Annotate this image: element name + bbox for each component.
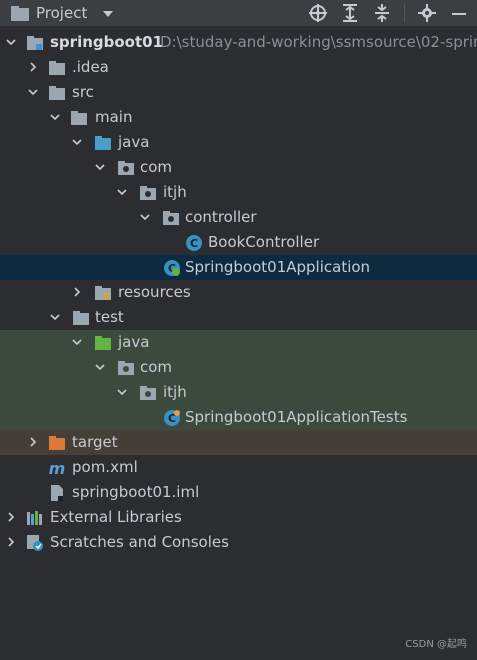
chevron-down-icon[interactable] bbox=[50, 112, 60, 122]
resources-folder-label: resources bbox=[118, 283, 191, 301]
test-java-folder-label: java bbox=[118, 333, 150, 351]
tree-row-test-itjh[interactable]: itjh bbox=[0, 380, 477, 405]
springboot01-application-tests-label: Springboot01ApplicationTests bbox=[185, 408, 408, 426]
chevron-down-icon[interactable] bbox=[103, 11, 114, 17]
chevron-right-icon[interactable] bbox=[28, 62, 38, 72]
tree-row-springboot01[interactable]: springboot01 D:\studay-and-working\ssmso… bbox=[0, 30, 477, 55]
folder-icon bbox=[73, 311, 89, 325]
resources-folder-icon bbox=[95, 286, 111, 300]
spring-boot-application-class-icon: C bbox=[164, 260, 180, 276]
watermark: CSDN @起鸣 bbox=[405, 639, 467, 650]
project-view-selector[interactable]: Project bbox=[0, 0, 114, 26]
tree-row-main-itjh[interactable]: itjh bbox=[0, 180, 477, 205]
chevron-right-icon[interactable] bbox=[28, 437, 38, 447]
chevron-down-icon[interactable] bbox=[140, 212, 150, 222]
minimize-icon[interactable] bbox=[449, 3, 469, 23]
main-com-package-label: com bbox=[140, 158, 173, 176]
folder-icon bbox=[49, 86, 65, 100]
tree-row-idea[interactable]: .idea bbox=[0, 55, 477, 80]
collapse-all-icon[interactable] bbox=[372, 3, 392, 23]
tree-row-external-libraries[interactable]: External Libraries bbox=[0, 505, 477, 530]
main-folder-label: main bbox=[95, 108, 133, 126]
library-icon bbox=[27, 511, 42, 525]
package-icon bbox=[118, 161, 134, 175]
src-folder-label: src bbox=[72, 83, 94, 101]
external-libraries-label: External Libraries bbox=[50, 508, 182, 526]
project-tool-window-header: Project bbox=[0, 0, 477, 26]
chevron-down-icon[interactable] bbox=[28, 87, 38, 97]
chevron-down-icon[interactable] bbox=[72, 137, 82, 147]
chevron-right-icon[interactable] bbox=[6, 537, 16, 547]
tree-row-test-com[interactable]: com bbox=[0, 355, 477, 380]
tree-row-test-java[interactable]: java bbox=[0, 330, 477, 355]
excluded-folder-icon bbox=[49, 436, 65, 450]
svg-text:m: m bbox=[49, 459, 66, 477]
tree-row-book-controller[interactable]: C BookController bbox=[0, 230, 477, 255]
scratches-icon bbox=[27, 535, 43, 551]
chevron-down-icon[interactable] bbox=[95, 362, 105, 372]
tree-row-main-com[interactable]: com bbox=[0, 155, 477, 180]
tree-row-test[interactable]: test bbox=[0, 305, 477, 330]
tree-row-src[interactable]: src bbox=[0, 80, 477, 105]
gear-icon[interactable] bbox=[417, 3, 437, 23]
tree-row-springboot01-application-tests[interactable]: C Springboot01ApplicationTests bbox=[0, 405, 477, 430]
expand-all-icon[interactable] bbox=[340, 3, 360, 23]
scratches-label: Scratches and Consoles bbox=[50, 533, 229, 551]
chevron-right-icon[interactable] bbox=[6, 512, 16, 522]
project-view-title: Project bbox=[36, 4, 88, 22]
tree-row-pom[interactable]: m pom.xml bbox=[0, 455, 477, 480]
tree-row-iml[interactable]: springboot01.iml bbox=[0, 480, 477, 505]
target-folder-label: target bbox=[72, 433, 118, 451]
main-itjh-package-label: itjh bbox=[163, 183, 187, 201]
package-icon bbox=[118, 361, 134, 375]
tree-row-target[interactable]: target bbox=[0, 430, 477, 455]
book-controller-label: BookController bbox=[208, 233, 320, 251]
pom-file-label: pom.xml bbox=[72, 458, 138, 476]
package-icon bbox=[163, 211, 179, 225]
tree-row-main-java[interactable]: java bbox=[0, 130, 477, 155]
project-tree: springboot01 D:\studay-and-working\ssmso… bbox=[0, 30, 477, 555]
project-root-path: D:\studay-and-working\ssmsource\02-sprin… bbox=[160, 33, 477, 51]
maven-file-icon: m bbox=[49, 459, 66, 477]
chevron-down-icon[interactable] bbox=[117, 387, 127, 397]
chevron-down-icon[interactable] bbox=[6, 37, 16, 47]
module-folder-icon bbox=[27, 36, 43, 50]
tree-row-controller[interactable]: controller bbox=[0, 205, 477, 230]
project-folder-icon bbox=[11, 6, 29, 21]
springboot01-application-label: Springboot01Application bbox=[185, 258, 371, 276]
svg-text:C: C bbox=[190, 237, 198, 250]
folder-icon bbox=[49, 61, 65, 75]
chevron-down-icon[interactable] bbox=[117, 187, 127, 197]
tree-row-resources[interactable]: resources bbox=[0, 280, 477, 305]
chevron-down-icon[interactable] bbox=[72, 337, 82, 347]
tree-row-springboot01-application[interactable]: C Springboot01Application bbox=[0, 255, 477, 280]
package-icon bbox=[140, 386, 156, 400]
iml-file-label: springboot01.iml bbox=[72, 483, 200, 501]
chevron-down-icon[interactable] bbox=[50, 312, 60, 322]
locate-icon[interactable] bbox=[308, 3, 328, 23]
source-folder-icon bbox=[95, 136, 111, 150]
test-folder-label: test bbox=[95, 308, 124, 326]
controller-package-label: controller bbox=[185, 208, 257, 226]
test-source-folder-icon bbox=[95, 336, 111, 350]
idea-folder-label: .idea bbox=[72, 58, 109, 76]
test-class-icon: C bbox=[164, 410, 180, 426]
tree-row-main[interactable]: main bbox=[0, 105, 477, 130]
folder-icon bbox=[71, 111, 87, 125]
test-com-package-label: com bbox=[140, 358, 173, 376]
project-root-label: springboot01 bbox=[50, 33, 164, 51]
package-icon bbox=[140, 186, 156, 200]
toolbar-separator bbox=[404, 4, 405, 22]
main-java-folder-label: java bbox=[118, 133, 150, 151]
chevron-right-icon[interactable] bbox=[72, 287, 82, 297]
java-class-icon: C bbox=[186, 235, 202, 251]
chevron-down-icon[interactable] bbox=[95, 162, 105, 172]
tree-row-scratches[interactable]: Scratches and Consoles bbox=[0, 530, 477, 555]
test-itjh-package-label: itjh bbox=[163, 383, 187, 401]
module-file-icon bbox=[51, 485, 63, 501]
